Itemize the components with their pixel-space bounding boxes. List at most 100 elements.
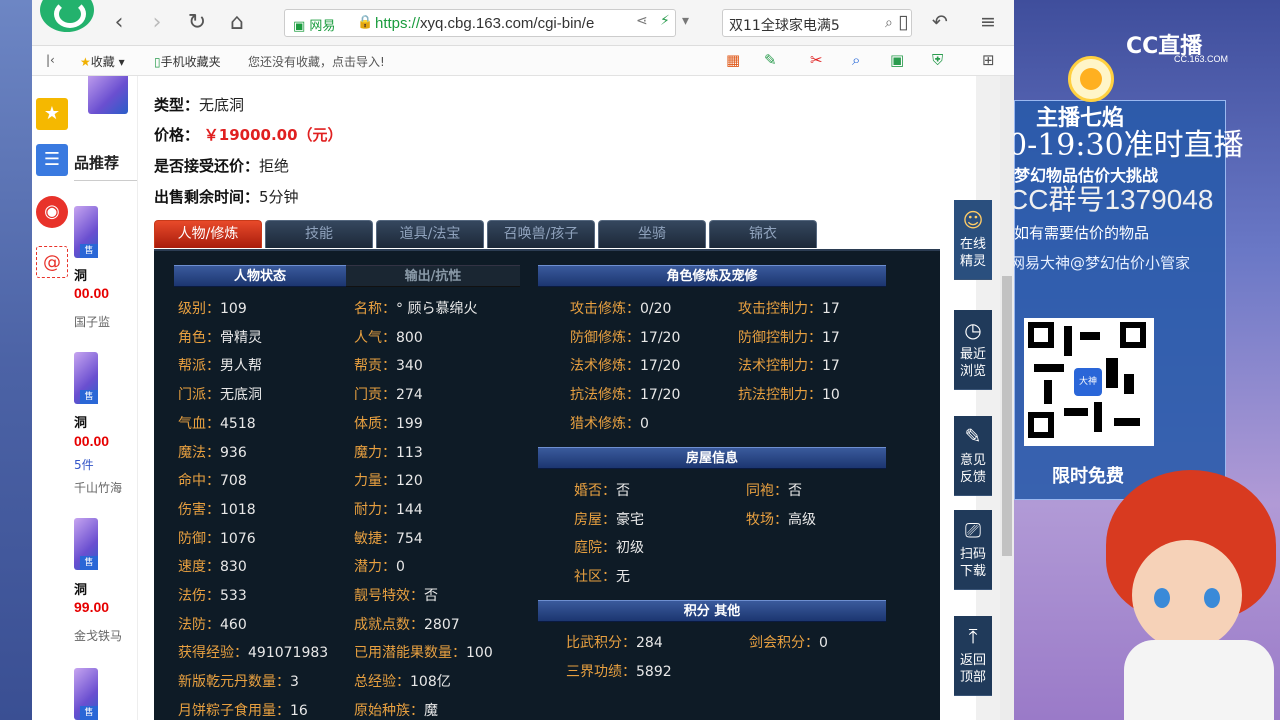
house-left-3-key: 社区：	[574, 569, 616, 586]
stat-left-9-key: 速度：	[178, 559, 220, 576]
tab-pets[interactable]: 召唤兽/孩子	[487, 220, 595, 248]
tab-costume[interactable]: 锦衣	[709, 220, 817, 248]
stat-left-14: 月饼粽子食用量：16	[178, 700, 308, 720]
stat-mid-12-key: 已用潜能果数量：	[354, 645, 466, 662]
house-left-0-value: 否	[616, 483, 630, 499]
stat-left-10-key: 法伤：	[178, 588, 220, 604]
hdr-output[interactable]: 输出/抗性	[346, 265, 520, 287]
address-dropdown-icon[interactable]: ▾	[682, 13, 689, 29]
mobile-favorites-button[interactable]: ▯手机收藏夹	[154, 53, 221, 70]
rec-thumb-4[interactable]: 售	[74, 668, 98, 720]
scroll-thumb[interactable]	[1002, 276, 1012, 556]
cult-right-2-key: 法术控制力：	[738, 358, 822, 375]
search-icon[interactable]: ⌕	[885, 15, 893, 31]
tab-items[interactable]: 道具/法宝	[376, 220, 484, 248]
type-row: 类型：无底洞	[154, 96, 245, 114]
calendar-icon[interactable]: ▦	[726, 51, 740, 69]
mail-icon[interactable]: @	[36, 246, 68, 278]
rec-server-2: 千山竹海	[74, 481, 123, 495]
phone-icon[interactable]: ▯	[898, 11, 908, 33]
scan-download-button[interactable]: ⎚ 扫码 下载	[954, 510, 992, 590]
shield-icon[interactable]: ⛨	[932, 51, 943, 69]
stat-mid-7-key: 耐力：	[354, 501, 396, 518]
recent-button[interactable]: ◷ 最近 浏览	[954, 310, 992, 390]
speed-icon[interactable]: ⚡	[660, 13, 670, 29]
star-icon[interactable]: ★	[36, 98, 68, 130]
forward-icon[interactable]: ›	[144, 10, 170, 36]
rec-name-3[interactable]: 洞	[74, 579, 87, 598]
rec-price-1: 00.00	[74, 285, 110, 301]
tab-character[interactable]: 人物/修炼	[154, 220, 262, 248]
tab-mounts[interactable]: 坐骑	[598, 220, 706, 248]
cult-right-1-value: 17	[822, 329, 840, 346]
find-icon[interactable]: ⌕	[852, 51, 860, 69]
qr-center-logo: 大神	[1074, 368, 1102, 396]
apps-icon[interactable]: ⊞	[982, 51, 995, 69]
sidebar-toggle-icon[interactable]: |‹	[46, 53, 55, 67]
home-icon[interactable]: ⌂	[224, 10, 250, 36]
stat-mid-10-value: 否	[424, 588, 438, 604]
house-right-0-value: 否	[788, 483, 802, 499]
house-right-1-value: 高级	[788, 511, 816, 528]
search-text: 双11全球家电满5	[729, 18, 840, 34]
rec-thumb-1[interactable]: 售	[74, 206, 98, 258]
stat-mid-6-key: 力量：	[354, 473, 396, 490]
cult-left-1: 防御修炼：17/20	[570, 327, 680, 347]
top-thumb[interactable]	[88, 76, 128, 114]
import-hint[interactable]: 您还没有收藏，点击导入!	[248, 53, 385, 70]
favorites-button[interactable]: ★收藏 ▾	[80, 53, 125, 70]
back-to-top-button[interactable]: ⤒ 返回 顶部	[954, 616, 992, 696]
stat-mid-4-value: 199	[396, 415, 423, 432]
feedback-button[interactable]: ✎ 意见 反馈	[954, 416, 992, 496]
rec-server-3: 金戈铁马	[74, 629, 123, 643]
stat-mid-12: 已用潜能果数量：100	[354, 642, 493, 662]
points-left-1-key: 三界功绩：	[566, 663, 636, 680]
stat-mid-3: 门贡：274	[354, 384, 423, 404]
points-right-0-value: 0	[819, 635, 828, 651]
stat-mid-10-key: 靓号特效：	[354, 588, 424, 604]
hdr-house: 房屋信息	[538, 447, 886, 469]
news-icon[interactable]: ☰	[36, 144, 68, 176]
rec-name-1[interactable]: 洞	[74, 265, 87, 284]
browser-logo-icon[interactable]	[40, 0, 94, 32]
sale-badge: 售	[80, 390, 98, 404]
share-icon[interactable]: ⋖	[636, 13, 648, 29]
search-box[interactable]: 双11全球家电满5 ⌕	[722, 9, 912, 37]
points-left-0-value: 284	[636, 635, 663, 651]
stat-left-13: 新版乾元丹数量：3	[178, 671, 299, 691]
stat-mid-6: 力量：120	[354, 470, 423, 490]
stat-left-0-value: 109	[220, 301, 247, 317]
stat-left-5: 魔法：936	[178, 442, 247, 462]
undo-icon[interactable]: ↶	[932, 11, 948, 33]
tab-skills[interactable]: 技能	[265, 220, 373, 248]
stat-left-10-value: 533	[220, 588, 247, 604]
rec-thumb-3[interactable]: 售	[74, 518, 98, 570]
house-left-1-key: 房屋：	[574, 511, 616, 528]
stat-mid-7-value: 144	[396, 501, 423, 518]
rec-thumb-2[interactable]: 售	[74, 352, 98, 404]
online-helper-button[interactable]: ☺ 在线 精灵	[954, 200, 992, 280]
points-left-1-value: 5892	[636, 663, 672, 680]
cult-left-3-key: 抗法修炼：	[570, 387, 640, 404]
address-bar[interactable]: ▣ 网易 🔒 https://xyq.cbg.163.com/cgi-bin/e	[284, 9, 676, 37]
cult-right-3-value: 10	[822, 387, 840, 404]
stat-left-9: 速度：830	[178, 556, 247, 576]
browser-sidebar: ★ ☰ ◉ @	[32, 76, 74, 720]
stat-mid-1-key: 人气：	[354, 329, 396, 346]
translate-icon[interactable]: ✎	[764, 51, 777, 69]
rec-name-2[interactable]: 洞	[74, 412, 87, 431]
stat-mid-9: 潜力：0	[354, 556, 405, 576]
stat-left-6: 命中：708	[178, 470, 247, 490]
floating-toolbar: ☺ 在线 精灵 ◷ 最近 浏览 ✎ 意见 反馈 ⎚ 扫码 下载 ⤒ 返回 顶部	[954, 200, 992, 720]
menu-icon[interactable]: ≡	[980, 11, 996, 33]
house-right-1-key: 牧场：	[746, 511, 788, 528]
back-icon[interactable]: ‹	[106, 10, 132, 36]
hdr-status[interactable]: 人物状态	[174, 265, 346, 287]
game-icon[interactable]: ▣	[890, 51, 904, 69]
scissors-icon[interactable]: ✂	[810, 51, 823, 69]
sale-badge: 售	[80, 706, 98, 720]
stat-mid-0: 名称：° 顾ら慕绵火	[354, 298, 477, 318]
cult-left-3-value: 17/20	[640, 387, 681, 404]
weibo-icon[interactable]: ◉	[36, 196, 68, 228]
reload-icon[interactable]: ↻	[184, 10, 210, 36]
